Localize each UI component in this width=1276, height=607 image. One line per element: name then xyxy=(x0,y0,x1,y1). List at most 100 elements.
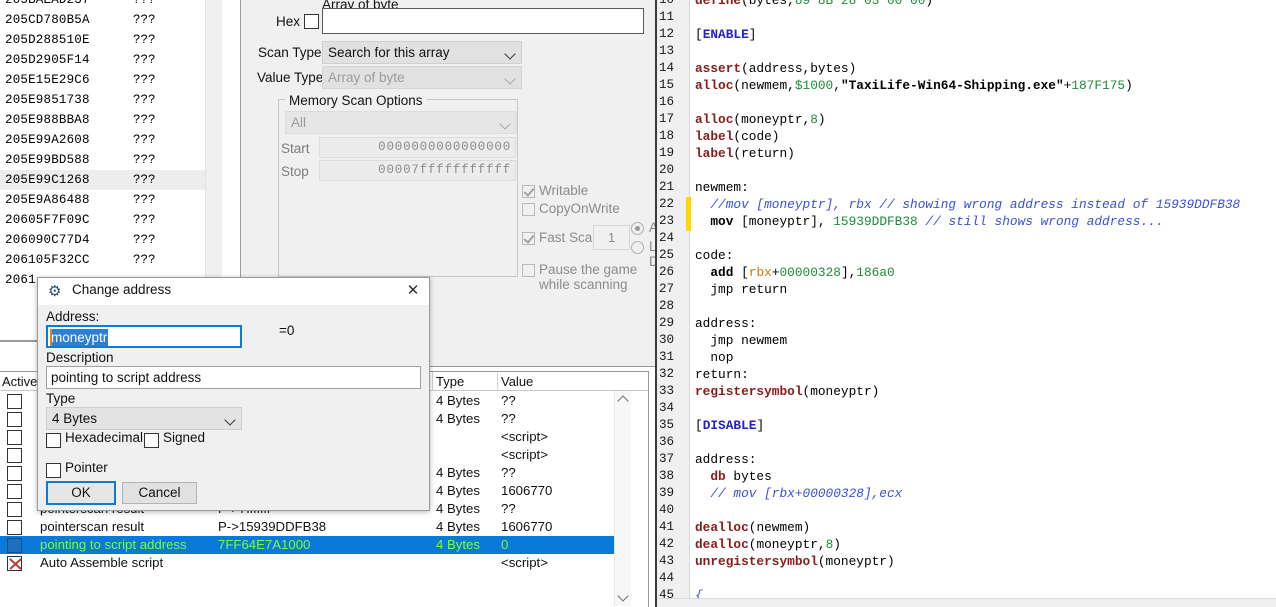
stop-address-input[interactable]: 00007fffffffffff xyxy=(319,160,516,181)
close-icon[interactable]: ✕ xyxy=(402,281,424,301)
scan-result-row[interactable]: 205E99A2608??? xyxy=(0,130,205,150)
value-type-select[interactable]: Array of byte xyxy=(322,66,522,89)
scan-result-row[interactable]: 20605F7F09C??? xyxy=(0,210,205,230)
code-line-text: unregistersymbol(moneyptr) xyxy=(695,554,895,569)
signed-checkbox[interactable] xyxy=(144,433,159,448)
scroll-down-icon[interactable] xyxy=(617,590,628,601)
code-line[interactable]: 10define(bytes,89 8B 28 03 00 00) xyxy=(657,0,1276,10)
code-line[interactable]: 44 xyxy=(657,571,1276,588)
code-line[interactable]: 36 xyxy=(657,435,1276,452)
code-line[interactable]: 41dealloc(newmem) xyxy=(657,520,1276,537)
code-line[interactable]: 25code: xyxy=(657,248,1276,265)
active-checkbox[interactable] xyxy=(7,412,22,427)
scan-result-row[interactable]: 205D2905F14??? xyxy=(0,50,205,70)
fast-scan-checkbox[interactable] xyxy=(522,232,535,245)
code-line[interactable]: 40 xyxy=(657,503,1276,520)
scan-result-row[interactable]: 205E15E29C6??? xyxy=(0,70,205,90)
active-checkbox[interactable] xyxy=(7,484,22,499)
last-digits-radio[interactable] xyxy=(631,241,644,254)
code-line[interactable]: 16 xyxy=(657,95,1276,112)
active-checkbox[interactable] xyxy=(7,466,22,481)
cheat-table-scrollbar[interactable] xyxy=(614,391,631,606)
pointer-checkbox[interactable] xyxy=(46,463,61,478)
scan-result-row[interactable]: 205E9A86488??? xyxy=(0,190,205,210)
scan-result-row[interactable]: 205CD780B5A??? xyxy=(0,10,205,30)
code-line[interactable]: 12[ENABLE] xyxy=(657,27,1276,44)
code-line[interactable]: 32return: xyxy=(657,367,1276,384)
scan-result-row[interactable]: 205E99BD588??? xyxy=(0,150,205,170)
code-line[interactable]: 17alloc(moneyptr,8) xyxy=(657,112,1276,129)
code-line[interactable]: 20 xyxy=(657,163,1276,180)
dialog-titlebar[interactable]: ⚙ Change address ✕ xyxy=(38,278,429,305)
code-line[interactable]: 26 add [rbx+00000328],186a0 xyxy=(657,265,1276,282)
address-input[interactable]: moneyptr xyxy=(46,325,242,348)
column-header-value[interactable]: Value xyxy=(501,374,533,389)
auto-assembler-code-editor[interactable]: 10define(bytes,89 8B 28 03 00 00)1112[EN… xyxy=(655,0,1276,607)
scan-result-address: 205E15E29C6 xyxy=(5,70,133,90)
code-line[interactable]: 28 xyxy=(657,299,1276,316)
active-checkbox[interactable] xyxy=(7,394,22,409)
column-divider[interactable] xyxy=(497,372,498,391)
ok-button[interactable]: OK xyxy=(46,481,116,505)
pause-game-checkbox[interactable] xyxy=(522,264,535,277)
code-line[interactable]: 22 //mov [moneyptr], rbx // showing wron… xyxy=(657,197,1276,214)
type-select[interactable]: 4 Bytes xyxy=(46,407,242,430)
code-horizontal-scrollbar[interactable] xyxy=(657,598,1276,607)
code-line[interactable]: 14assert(address,bytes) xyxy=(657,61,1276,78)
code-line[interactable]: 34 xyxy=(657,401,1276,418)
code-line[interactable]: 42dealloc(moneyptr,8) xyxy=(657,537,1276,554)
scroll-up-icon[interactable] xyxy=(617,395,628,406)
writable-checkbox[interactable] xyxy=(522,185,535,198)
code-line[interactable]: 18label(code) xyxy=(657,129,1276,146)
memory-region-select[interactable]: All xyxy=(285,111,517,134)
fast-scan-value-input[interactable]: 1 xyxy=(593,225,630,250)
table-row[interactable]: Auto Assemble script<script> xyxy=(0,554,631,572)
code-line[interactable]: 30 jmp newmem xyxy=(657,333,1276,350)
scan-result-row[interactable]: 206105F32CC??? xyxy=(0,250,205,270)
scan-result-row[interactable]: 205E988BBA8??? xyxy=(0,110,205,130)
cancel-button[interactable]: Cancel xyxy=(122,482,197,504)
scan-result-row[interactable]: 205BAEAD237??? xyxy=(0,0,205,10)
code-line[interactable]: 33registersymbol(moneyptr) xyxy=(657,384,1276,401)
code-line[interactable]: 43unregistersymbol(moneyptr) xyxy=(657,554,1276,571)
alignment-radio[interactable] xyxy=(631,222,644,235)
code-line[interactable]: 19label(return) xyxy=(657,146,1276,163)
code-line-text: dealloc(newmem) xyxy=(695,520,810,535)
copyonwrite-checkbox[interactable] xyxy=(522,203,535,216)
column-header-type[interactable]: Type xyxy=(436,374,464,389)
column-header-active[interactable]: Active xyxy=(2,374,37,389)
scan-value-input[interactable] xyxy=(322,8,644,34)
description-input[interactable]: pointing to script address xyxy=(46,366,421,389)
hexadecimal-checkbox[interactable] xyxy=(46,433,61,448)
scan-result-row[interactable]: 205E9851738??? xyxy=(0,90,205,110)
code-line[interactable]: 39 // mov [rbx+00000328],ecx xyxy=(657,486,1276,503)
start-address-input[interactable]: 0000000000000000 xyxy=(319,137,516,158)
code-line[interactable]: 38 db bytes xyxy=(657,469,1276,486)
code-line[interactable]: 23 mov [moneyptr], 15939DDFB38 // still … xyxy=(657,214,1276,231)
code-line[interactable]: 31 nop xyxy=(657,350,1276,367)
active-checkbox[interactable] xyxy=(7,556,22,571)
code-line[interactable]: 11 xyxy=(657,10,1276,27)
code-line[interactable]: 13 xyxy=(657,44,1276,61)
code-line[interactable]: 27 jmp return xyxy=(657,282,1276,299)
table-row[interactable]: pointerscan resultP->15939DDFB384 Bytes1… xyxy=(0,518,631,536)
active-checkbox[interactable] xyxy=(7,520,22,535)
table-row[interactable]: pointing to script address7FF64E7A10004 … xyxy=(0,536,631,554)
code-line[interactable]: 37address: xyxy=(657,452,1276,469)
active-checkbox[interactable] xyxy=(7,538,22,553)
scan-result-row[interactable]: 205D288510E??? xyxy=(0,30,205,50)
active-checkbox[interactable] xyxy=(7,502,22,517)
code-line[interactable]: 15alloc(newmem,$1000,"TaxiLife-Win64-Shi… xyxy=(657,78,1276,95)
code-line[interactable]: 21newmem: xyxy=(657,180,1276,197)
active-checkbox[interactable] xyxy=(7,448,22,463)
scan-result-row[interactable]: 206090C77D4??? xyxy=(0,230,205,250)
code-line[interactable]: 29address: xyxy=(657,316,1276,333)
code-line[interactable]: 35[DISABLE] xyxy=(657,418,1276,435)
scan-result-row[interactable]: 205E99C1268??? xyxy=(0,170,205,190)
scan-type-select[interactable]: Search for this array xyxy=(322,41,522,64)
active-checkbox[interactable] xyxy=(7,430,22,445)
hex-checkbox[interactable] xyxy=(304,14,319,29)
code-line[interactable]: 24 xyxy=(657,231,1276,248)
column-divider[interactable] xyxy=(432,372,433,391)
change-address-dialog[interactable]: ⚙ Change address ✕ Address: moneyptr =0 … xyxy=(37,277,430,511)
